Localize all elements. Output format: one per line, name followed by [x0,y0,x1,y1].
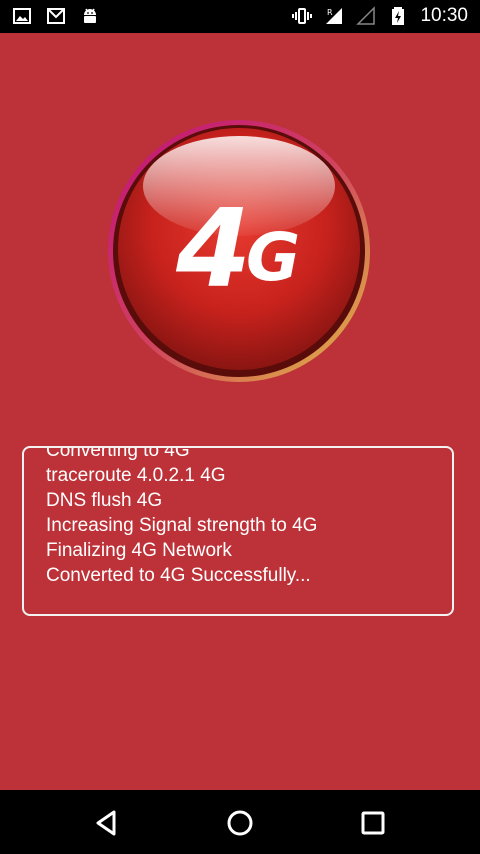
navigation-bar [0,790,480,854]
status-left-icons [12,6,100,26]
log-line: Converting to 4G [46,446,190,461]
log-line: traceroute 4.0.2.1 4G [46,465,226,486]
log-line: Increasing Signal strength to 4G [46,515,318,536]
status-right-icons: R 10:30 [292,4,468,28]
4g-button[interactable]: 4 G [106,118,372,384]
4g-label-small: G [246,219,300,296]
status-bar: R 10:30 [0,0,480,33]
status-time: 10:30 [420,5,468,26]
log-line: Converted to 4G Successfully... [46,565,311,586]
svg-text:R: R [327,8,333,17]
log-box[interactable]: Converting to 4G traceroute 4.0.2.1 4G D… [22,446,454,616]
vibrate-icon [292,8,313,24]
4g-label-main: 4 [175,187,251,312]
signal-empty-icon [356,6,376,25]
recents-icon[interactable] [356,806,390,840]
log-line: DNS flush 4G [46,490,163,511]
home-icon[interactable] [223,806,257,840]
android-icon [84,8,96,23]
log-list: Converting to 4G traceroute 4.0.2.1 4G D… [46,446,440,588]
log-line: Finalizing 4G Network [46,540,232,561]
back-icon[interactable] [90,806,124,840]
gmail-icon [47,8,65,24]
gallery-icon [13,8,31,24]
battery-charging-icon [392,7,405,25]
4g-button-graphic: 4 G [108,120,370,382]
signal-roaming-icon: R [326,8,343,24]
